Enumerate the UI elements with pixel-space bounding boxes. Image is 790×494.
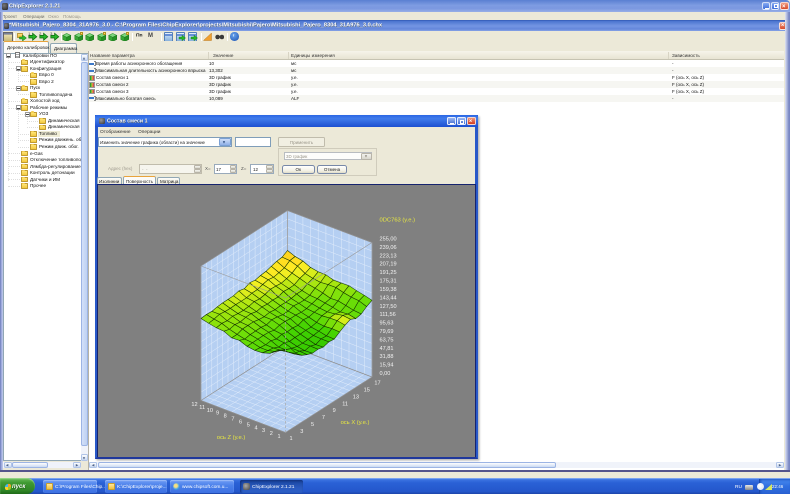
svg-text:1: 1 bbox=[289, 436, 292, 442]
svg-text:2: 2 bbox=[270, 431, 273, 437]
svg-text:143,44: 143,44 bbox=[380, 295, 397, 301]
svg-text:9: 9 bbox=[216, 411, 219, 417]
svg-text:127,50: 127,50 bbox=[380, 304, 397, 310]
svg-text:5: 5 bbox=[247, 422, 250, 428]
svg-text:1: 1 bbox=[277, 434, 280, 440]
svg-text:17: 17 bbox=[374, 381, 380, 387]
svg-text:11: 11 bbox=[199, 405, 205, 411]
svg-text:207,19: 207,19 bbox=[380, 262, 397, 268]
svg-text:3: 3 bbox=[262, 428, 265, 434]
svg-text:15: 15 bbox=[364, 387, 370, 393]
svg-text:15,94: 15,94 bbox=[380, 363, 394, 369]
svg-text:239,06: 239,06 bbox=[380, 245, 397, 251]
svg-text:10: 10 bbox=[207, 408, 213, 414]
svg-text:9: 9 bbox=[333, 408, 336, 414]
svg-text:11: 11 bbox=[342, 401, 348, 407]
svg-text:175,31: 175,31 bbox=[380, 279, 397, 285]
svg-text:191,25: 191,25 bbox=[380, 270, 397, 276]
svg-text:47,81: 47,81 bbox=[380, 346, 394, 352]
svg-text:8: 8 bbox=[224, 414, 227, 420]
svg-text:255,00: 255,00 bbox=[380, 237, 397, 243]
svg-text:13: 13 bbox=[353, 394, 359, 400]
svg-text:0DC763 (у.е.): 0DC763 (у.е.) bbox=[380, 218, 416, 224]
svg-text:6: 6 bbox=[239, 420, 242, 426]
svg-text:223,13: 223,13 bbox=[380, 253, 397, 259]
svg-text:5: 5 bbox=[311, 422, 314, 428]
svg-text:95,63: 95,63 bbox=[380, 321, 394, 327]
svg-text:159,38: 159,38 bbox=[380, 287, 397, 293]
svg-text:79,69: 79,69 bbox=[380, 329, 394, 335]
svg-text:12: 12 bbox=[191, 402, 197, 408]
svg-text:111,56: 111,56 bbox=[380, 312, 396, 318]
svg-text:7: 7 bbox=[231, 417, 234, 423]
svg-text:0,00: 0,00 bbox=[380, 371, 391, 377]
svg-text:4: 4 bbox=[254, 425, 257, 431]
svg-text:7: 7 bbox=[322, 415, 325, 421]
svg-text:63,75: 63,75 bbox=[380, 337, 394, 343]
svg-text:3: 3 bbox=[300, 429, 303, 435]
svg-text:ось Z (у.е.): ось Z (у.е.) bbox=[217, 435, 246, 441]
svg-text:ось X (у.е.): ось X (у.е.) bbox=[341, 420, 370, 426]
svg-text:31,88: 31,88 bbox=[380, 354, 394, 360]
